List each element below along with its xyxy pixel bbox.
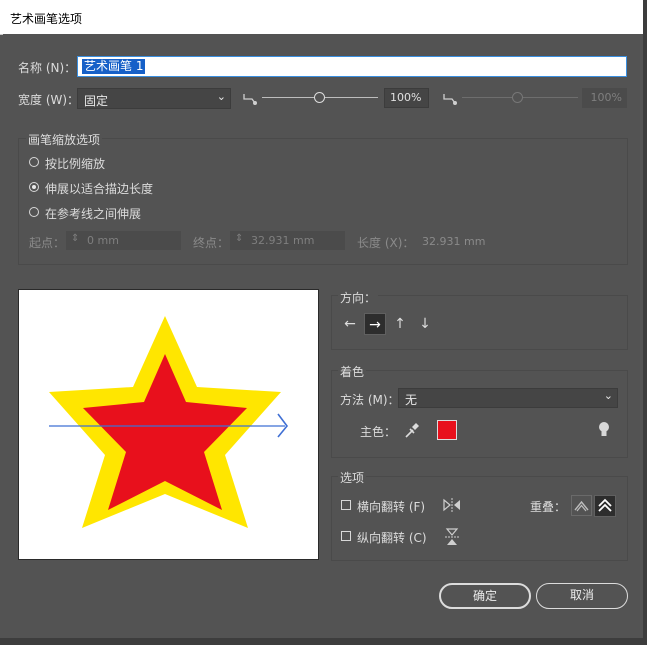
method-select-value: 无 bbox=[405, 393, 418, 407]
method-label: 方法 (M)： bbox=[340, 393, 400, 407]
flip-across-checkbox[interactable] bbox=[341, 531, 351, 541]
stepper-icon: ⇕ bbox=[71, 233, 80, 244]
chevron-down-icon: ⌄ bbox=[603, 389, 613, 402]
width-value-field[interactable]: 100% bbox=[384, 88, 429, 108]
length-value: 32.931 mm bbox=[422, 235, 486, 248]
length-label: 长度 (X)： bbox=[357, 236, 415, 250]
flip-across-icon bbox=[445, 528, 459, 545]
key-color-swatch[interactable] bbox=[437, 420, 457, 440]
tips-lightbulb-icon[interactable] bbox=[597, 421, 611, 439]
width-select[interactable]: 固定 ⌄ bbox=[77, 88, 231, 109]
radio-proportional[interactable] bbox=[29, 157, 39, 167]
flip-along-label: 横向翻转 (F) bbox=[357, 500, 426, 514]
background-strip-right bbox=[643, 0, 647, 645]
width-slider-thumb[interactable] bbox=[314, 92, 325, 103]
end-value: 32.931 mm bbox=[251, 234, 315, 247]
scale-option-label: 按比例缩放 bbox=[45, 157, 106, 171]
direction-legend: 方向： bbox=[338, 289, 379, 306]
width-value: 100% bbox=[390, 91, 422, 104]
width-label: 宽度 (W)： bbox=[18, 93, 80, 107]
start-value: 0 mm bbox=[87, 234, 119, 247]
key-color-label: 主色： bbox=[360, 425, 397, 439]
width-select-value: 固定 bbox=[84, 94, 109, 108]
radio-guides[interactable] bbox=[29, 207, 39, 217]
overlap-avoid-icon bbox=[598, 498, 612, 512]
flip-along-icon bbox=[443, 498, 460, 512]
overlap-adjust-button[interactable] bbox=[571, 495, 592, 516]
star-preview-graphic bbox=[49, 316, 289, 528]
options-group bbox=[331, 476, 628, 561]
pressure-right-icon bbox=[443, 94, 457, 105]
overlap-avoid-button[interactable] bbox=[594, 495, 616, 517]
coloring-legend: 着色 bbox=[338, 363, 367, 380]
scale-option-label: 伸展以适合描边长度 bbox=[45, 182, 154, 196]
name-label: 名称 (N)： bbox=[18, 61, 77, 75]
brush-scale-legend: 画笔缩放选项 bbox=[26, 131, 103, 148]
title-bar[interactable]: 艺术画笔选项 bbox=[0, 0, 643, 35]
chevron-down-icon: ⌄ bbox=[216, 90, 226, 103]
overlap-label: 重叠： bbox=[530, 500, 567, 514]
name-input[interactable]: 艺术画笔 1 bbox=[77, 56, 627, 77]
background-strip-bottom bbox=[0, 638, 647, 645]
start-label: 起点： bbox=[29, 236, 66, 250]
direction-right-button[interactable]: → bbox=[364, 313, 386, 335]
brush-preview bbox=[18, 289, 319, 560]
stepper-icon: ⇕ bbox=[235, 233, 244, 244]
flip-along-checkbox[interactable] bbox=[341, 500, 351, 510]
pressure-left-icon bbox=[243, 94, 257, 105]
direction-left-button[interactable]: ← bbox=[339, 313, 361, 335]
flip-across-label: 纵向翻转 (C) bbox=[357, 531, 427, 545]
width-value2: 100% bbox=[590, 91, 622, 104]
eyedropper-icon[interactable] bbox=[403, 421, 421, 439]
method-select[interactable]: 无 ⌄ bbox=[398, 388, 618, 408]
ok-button[interactable]: 确定 bbox=[439, 583, 531, 609]
direction-up-button[interactable]: ↑ bbox=[389, 313, 411, 335]
radio-stretch[interactable] bbox=[29, 182, 39, 192]
window-title: 艺术画笔选项 bbox=[10, 12, 83, 26]
name-input-selected-text: 艺术画笔 1 bbox=[82, 59, 146, 74]
width-slider2-thumb bbox=[512, 92, 523, 103]
overlap-adjust-icon bbox=[574, 500, 589, 512]
width-value2-field: 100% bbox=[582, 88, 627, 108]
cancel-button[interactable]: 取消 bbox=[536, 583, 628, 609]
start-field: ⇕ 0 mm bbox=[66, 231, 181, 250]
direction-down-button[interactable]: ↓ bbox=[414, 313, 436, 335]
coloring-group bbox=[331, 370, 628, 458]
end-label: 终点： bbox=[193, 236, 230, 250]
end-field: ⇕ 32.931 mm bbox=[230, 231, 345, 250]
scale-option-label: 在参考线之间伸展 bbox=[45, 207, 142, 221]
options-legend: 选项 bbox=[338, 469, 367, 486]
